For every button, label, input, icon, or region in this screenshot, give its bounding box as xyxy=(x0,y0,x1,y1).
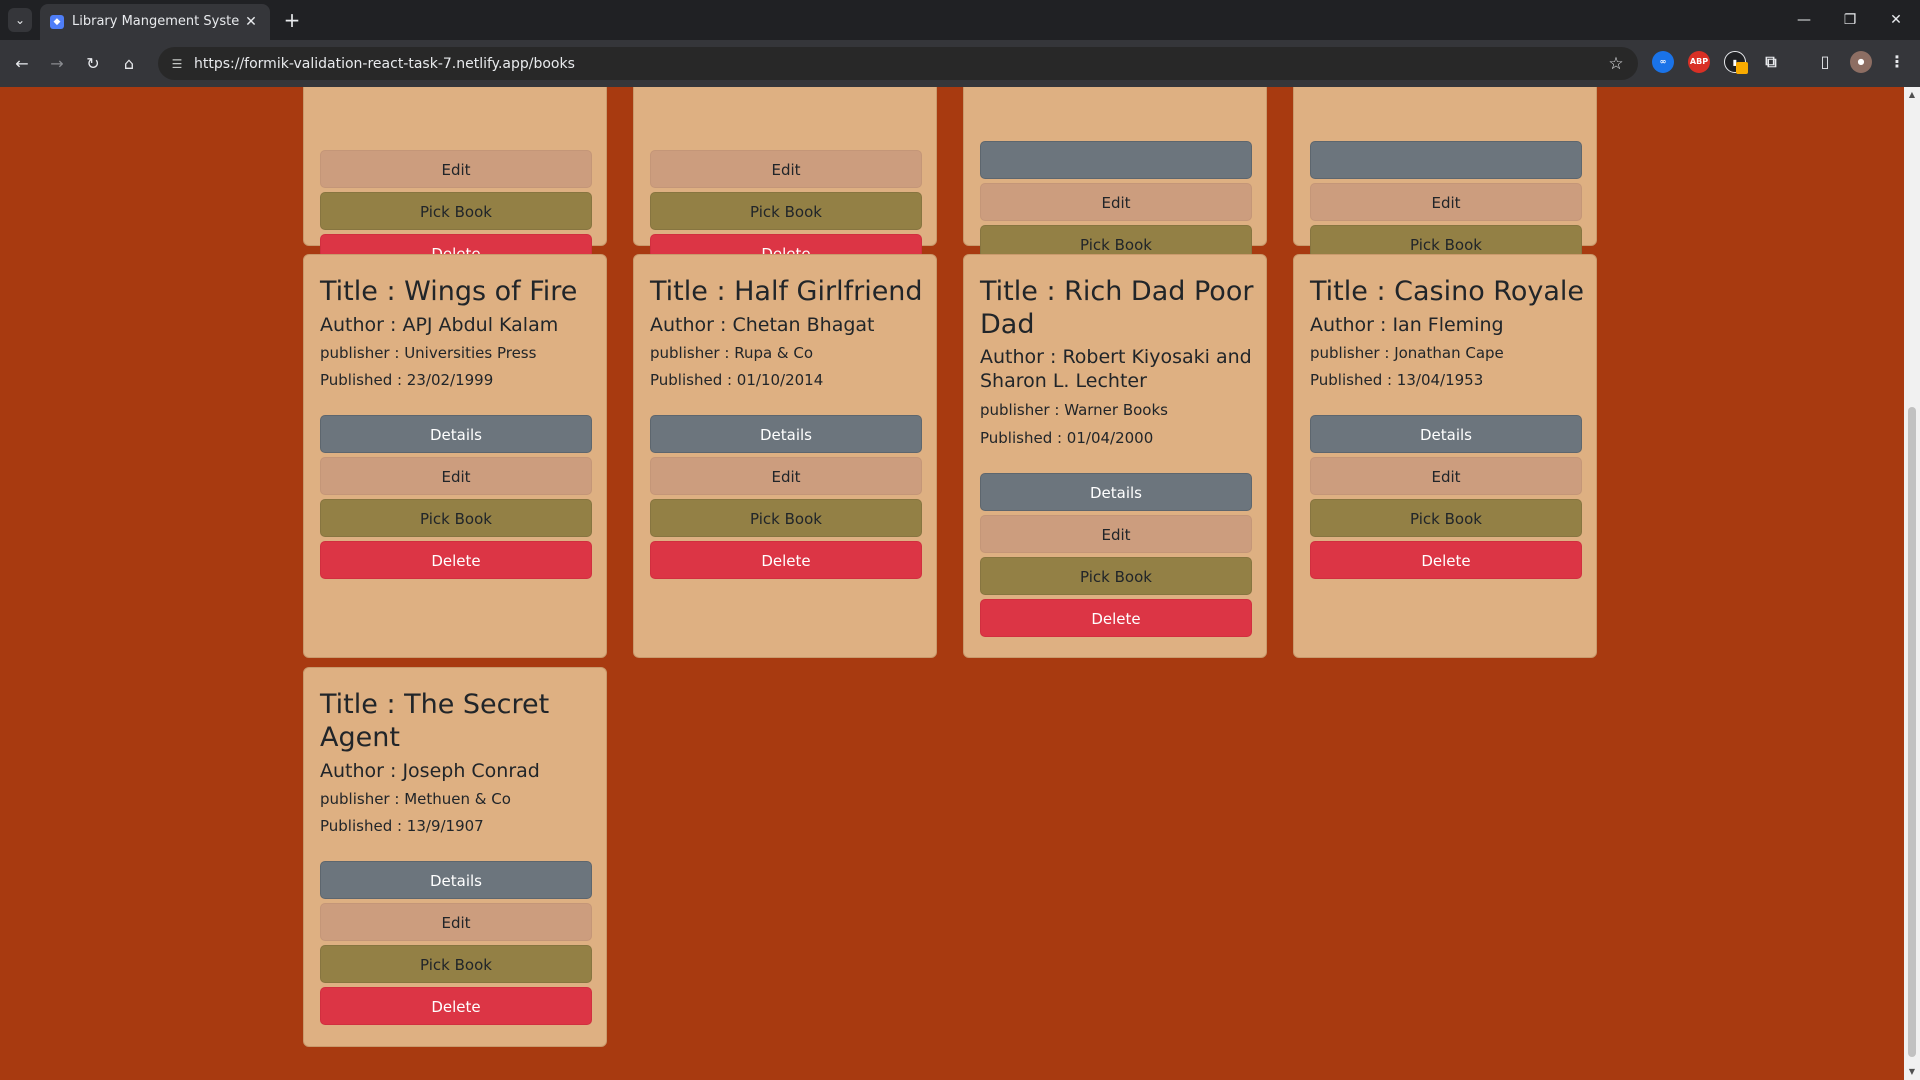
book-publisher: publisher : Rupa & Co xyxy=(650,344,814,362)
new-tab-button[interactable]: + xyxy=(280,9,304,33)
book-card-partial: Edit Pick Book Delete xyxy=(1293,87,1597,305)
delete-button[interactable]: Delete xyxy=(1310,541,1582,579)
book-card: Title : Half Girlfriend Author : Chetan … xyxy=(633,254,937,658)
book-author: Author : Robert Kiyosaki and Sharon L. L… xyxy=(980,346,1252,392)
delete-button[interactable]: Delete xyxy=(320,987,592,1025)
address-url[interactable]: https://formik-validation-react-task-7.n… xyxy=(194,55,1574,73)
book-published-date: Published : 13/04/1953 xyxy=(1310,371,1484,389)
address-bar[interactable]: ☰ https://formik-validation-react-task-7… xyxy=(158,47,1638,80)
home-icon[interactable]: ⌂ xyxy=(117,52,141,76)
pick-book-button[interactable]: Pick Book xyxy=(320,499,592,537)
tab-close-icon[interactable]: ✕ xyxy=(242,13,260,31)
book-card-partial: Edit Pick Book Delete xyxy=(963,87,1267,305)
profile-avatar[interactable]: ● xyxy=(1850,51,1872,73)
book-title: Title : Rich Dad Poor Dad xyxy=(980,276,1254,340)
details-button[interactable]: Details xyxy=(1310,415,1582,453)
book-publisher: publisher : Methuen & Co xyxy=(320,790,511,808)
extension-badge xyxy=(1736,62,1748,74)
edit-button[interactable]: Edit xyxy=(1310,457,1582,495)
details-button[interactable]: Details xyxy=(320,415,592,453)
edit-button[interactable]: Edit xyxy=(320,903,592,941)
details-button[interactable]: Details xyxy=(980,473,1252,511)
book-title: Title : Wings of Fire xyxy=(320,276,578,307)
page-viewport: Edit Pick Book Delete Edit Pick Book Del… xyxy=(0,87,1904,1080)
book-title: Title : Casino Royale xyxy=(1310,276,1585,307)
book-card: Title : The Secret Agent Author : Joseph… xyxy=(303,667,607,1047)
window-restore-button[interactable]: ❐ xyxy=(1830,8,1870,32)
book-author: Author : APJ Abdul Kalam xyxy=(320,314,559,336)
scroll-up-arrow-icon[interactable]: ▲ xyxy=(1904,87,1920,103)
details-button[interactable]: Details xyxy=(320,861,592,899)
page-scrollbar[interactable]: ▲ ▼ xyxy=(1904,87,1920,1080)
book-published-date: Published : 13/9/1907 xyxy=(320,817,484,835)
details-button[interactable] xyxy=(980,141,1252,179)
edit-button[interactable]: Edit xyxy=(1310,183,1582,221)
book-published-date: Published : 01/10/2014 xyxy=(650,371,824,389)
book-title: Title : Half Girlfriend xyxy=(650,276,923,307)
extensions-puzzle-icon[interactable]: ⧉ xyxy=(1760,51,1782,73)
book-card: Title : Rich Dad Poor Dad Author : Rober… xyxy=(963,254,1267,658)
book-publisher: publisher : Warner Books xyxy=(980,401,1168,419)
browser-toolbar: ← → ↻ ⌂ ☰ https://formik-validation-reac… xyxy=(0,40,1920,87)
delete-button[interactable]: Delete xyxy=(320,541,592,579)
book-card: Title : Wings of Fire Author : APJ Abdul… xyxy=(303,254,607,658)
pick-book-button[interactable]: Pick Book xyxy=(1310,499,1582,537)
edit-button[interactable]: Edit xyxy=(320,457,592,495)
back-arrow-icon[interactable]: ← xyxy=(10,52,34,76)
reload-icon[interactable]: ↻ xyxy=(81,52,105,76)
pick-book-button[interactable]: Pick Book xyxy=(320,945,592,983)
book-title: Title : The Secret Agent xyxy=(320,689,550,753)
pick-book-button[interactable]: Pick Book xyxy=(320,192,592,230)
book-author: Author : Chetan Bhagat xyxy=(650,314,875,336)
book-published-date: Published : 01/04/2000 xyxy=(980,429,1154,447)
book-author: Author : Joseph Conrad xyxy=(320,760,540,782)
site-favicon-icon: ◆ xyxy=(50,15,64,29)
pick-book-button[interactable]: Pick Book xyxy=(650,499,922,537)
book-author: Author : Ian Fleming xyxy=(1310,314,1504,336)
scroll-down-arrow-icon[interactable]: ▼ xyxy=(1904,1064,1920,1080)
book-card-partial: Edit Pick Book Delete xyxy=(633,87,937,272)
book-card-partial: Edit Pick Book Delete xyxy=(303,87,607,272)
pick-book-button[interactable]: Pick Book xyxy=(650,192,922,230)
edit-button[interactable]: Edit xyxy=(650,150,922,188)
delete-button[interactable]: Delete xyxy=(980,599,1252,637)
edit-button[interactable]: Edit xyxy=(320,150,592,188)
browser-tab-bar: ⌄ ◆ Library Mangement System | Sw ✕ + — … xyxy=(0,0,1920,40)
delete-button[interactable]: Delete xyxy=(650,541,922,579)
window-minimize-button[interactable]: — xyxy=(1784,8,1824,32)
abp-icon[interactable]: ABP xyxy=(1688,51,1710,73)
tab-search-button[interactable]: ⌄ xyxy=(8,8,32,32)
details-button[interactable]: Details xyxy=(650,415,922,453)
book-card: Title : Casino Royale Author : Ian Flemi… xyxy=(1293,254,1597,658)
window-close-button[interactable]: ✕ xyxy=(1876,8,1916,32)
side-panel-icon[interactable]: ▯ xyxy=(1814,51,1836,73)
extension-link-icon[interactable]: ∞ xyxy=(1652,51,1674,73)
book-publisher: publisher : Jonathan Cape xyxy=(1310,344,1504,362)
edit-button[interactable]: Edit xyxy=(980,515,1252,553)
site-info-icon[interactable]: ☰ xyxy=(168,55,186,73)
details-button[interactable] xyxy=(1310,141,1582,179)
pick-book-button[interactable]: Pick Book xyxy=(980,557,1252,595)
book-published-date: Published : 23/02/1999 xyxy=(320,371,494,389)
bookmark-star-icon[interactable]: ☆ xyxy=(1606,54,1626,74)
forward-arrow-icon[interactable]: → xyxy=(45,52,69,76)
scrollbar-thumb[interactable] xyxy=(1908,407,1916,1057)
book-publisher: publisher : Universities Press xyxy=(320,344,537,362)
browser-tab-active[interactable]: ◆ Library Mangement System | Sw ✕ xyxy=(40,4,270,40)
edit-button[interactable]: Edit xyxy=(980,183,1252,221)
tab-title: Library Mangement System | Sw xyxy=(72,14,240,29)
edit-button[interactable]: Edit xyxy=(650,457,922,495)
more-menu-icon[interactable]: ⋮ xyxy=(1886,51,1908,73)
